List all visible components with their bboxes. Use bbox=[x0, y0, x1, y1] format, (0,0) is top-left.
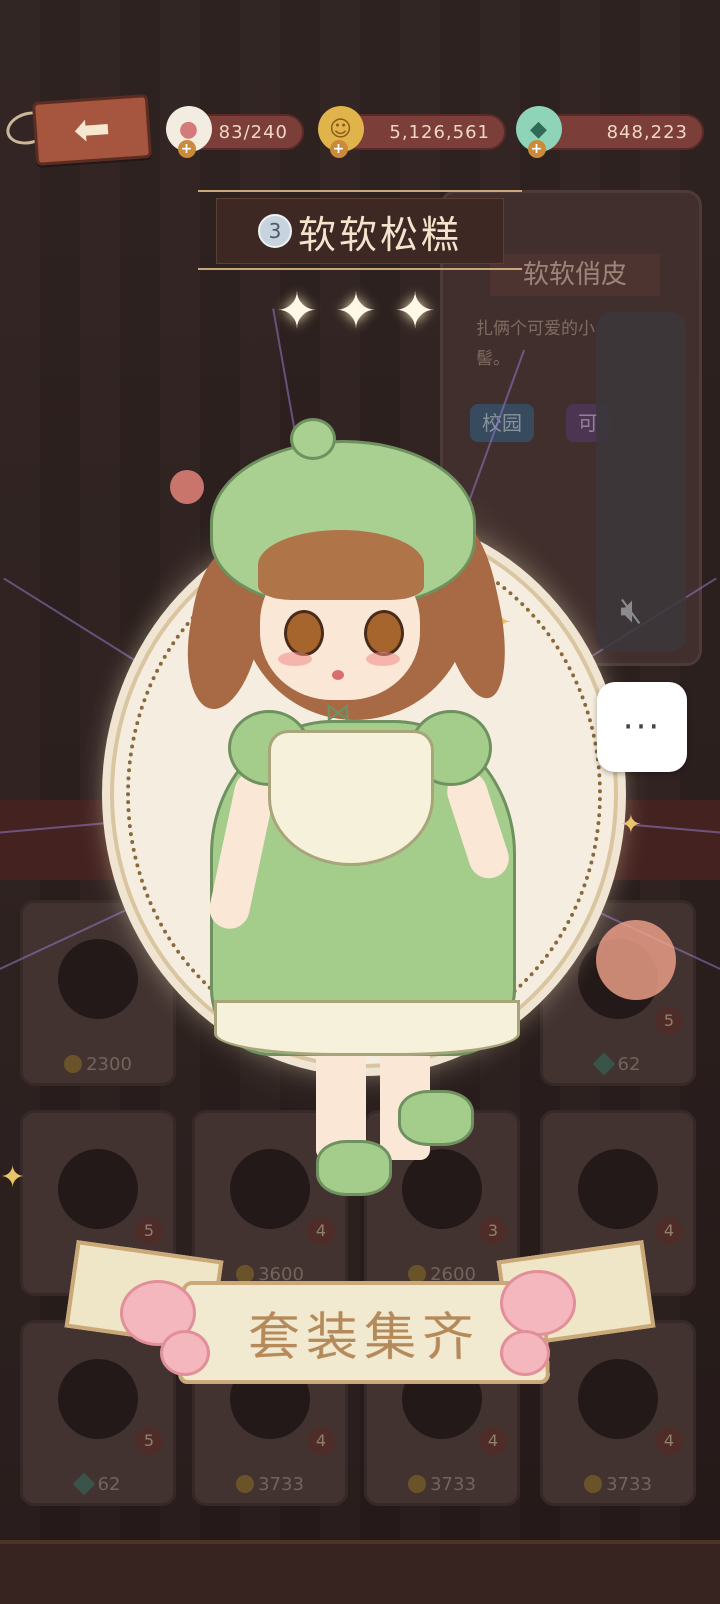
gem-value: 848,223 bbox=[606, 121, 688, 143]
left-blush bbox=[278, 652, 312, 666]
lace-petticoat bbox=[214, 1000, 520, 1056]
flower-decoration bbox=[596, 920, 676, 1000]
title-bottom-line bbox=[198, 268, 522, 270]
back-button[interactable]: ⬅ bbox=[31, 94, 153, 166]
blossom-icon bbox=[160, 1330, 210, 1376]
star-icon: ✦ bbox=[276, 282, 318, 340]
ribbon-bow-icon: ⋈ bbox=[325, 698, 351, 728]
set-complete-banner: 套装集齐 bbox=[60, 1240, 660, 1420]
title-box: 3 软软松糕 bbox=[216, 198, 504, 264]
add-gem-icon[interactable]: + bbox=[528, 140, 546, 158]
banner-text: 套装集齐 bbox=[247, 1307, 481, 1368]
more-options-button[interactable]: ··· bbox=[597, 682, 687, 772]
right-blush bbox=[366, 652, 400, 666]
mouth bbox=[332, 670, 344, 680]
apron bbox=[268, 730, 434, 866]
stamina-counter[interactable]: ● + 83/240 bbox=[166, 106, 304, 158]
outfit-number-badge: 3 bbox=[257, 214, 292, 248]
character-figure: ⋈ bbox=[176, 400, 520, 1220]
right-shoe bbox=[398, 1090, 474, 1146]
star-icon: ✦ bbox=[335, 282, 377, 340]
left-shoe bbox=[316, 1140, 392, 1196]
add-stamina-icon[interactable]: + bbox=[178, 140, 196, 158]
bangs bbox=[258, 530, 424, 600]
banner-ribbon: 套装集齐 bbox=[177, 1281, 551, 1385]
coin-counter[interactable]: ☺ + 5,126,561 bbox=[318, 106, 506, 158]
gem-counter[interactable]: ◆ + 848,223 bbox=[516, 106, 704, 158]
left-eye bbox=[284, 610, 324, 656]
outfit-title: 软软松糕 bbox=[297, 212, 462, 257]
outfit-title-plate: 3 软软松糕 bbox=[198, 190, 522, 270]
star-icon: ✦ bbox=[394, 282, 436, 340]
bonnet-knot bbox=[290, 418, 336, 460]
rarity-stars: ✦ ✦ ✦ bbox=[276, 282, 436, 340]
mute-icon[interactable]: 🔇︎ bbox=[620, 590, 643, 632]
back-arrow-icon: ⬅ bbox=[71, 102, 113, 157]
coin-value: 5,126,561 bbox=[389, 121, 490, 143]
add-coin-icon[interactable]: + bbox=[330, 140, 348, 158]
stamina-value: 83/240 bbox=[218, 121, 288, 143]
sparkle-icon: ✦ bbox=[0, 1160, 26, 1195]
title-top-line bbox=[198, 190, 522, 192]
peony-icon bbox=[500, 1270, 576, 1336]
blossom-icon bbox=[500, 1330, 550, 1376]
right-eye bbox=[364, 610, 404, 656]
sparkle-icon: ✦ bbox=[620, 810, 642, 840]
